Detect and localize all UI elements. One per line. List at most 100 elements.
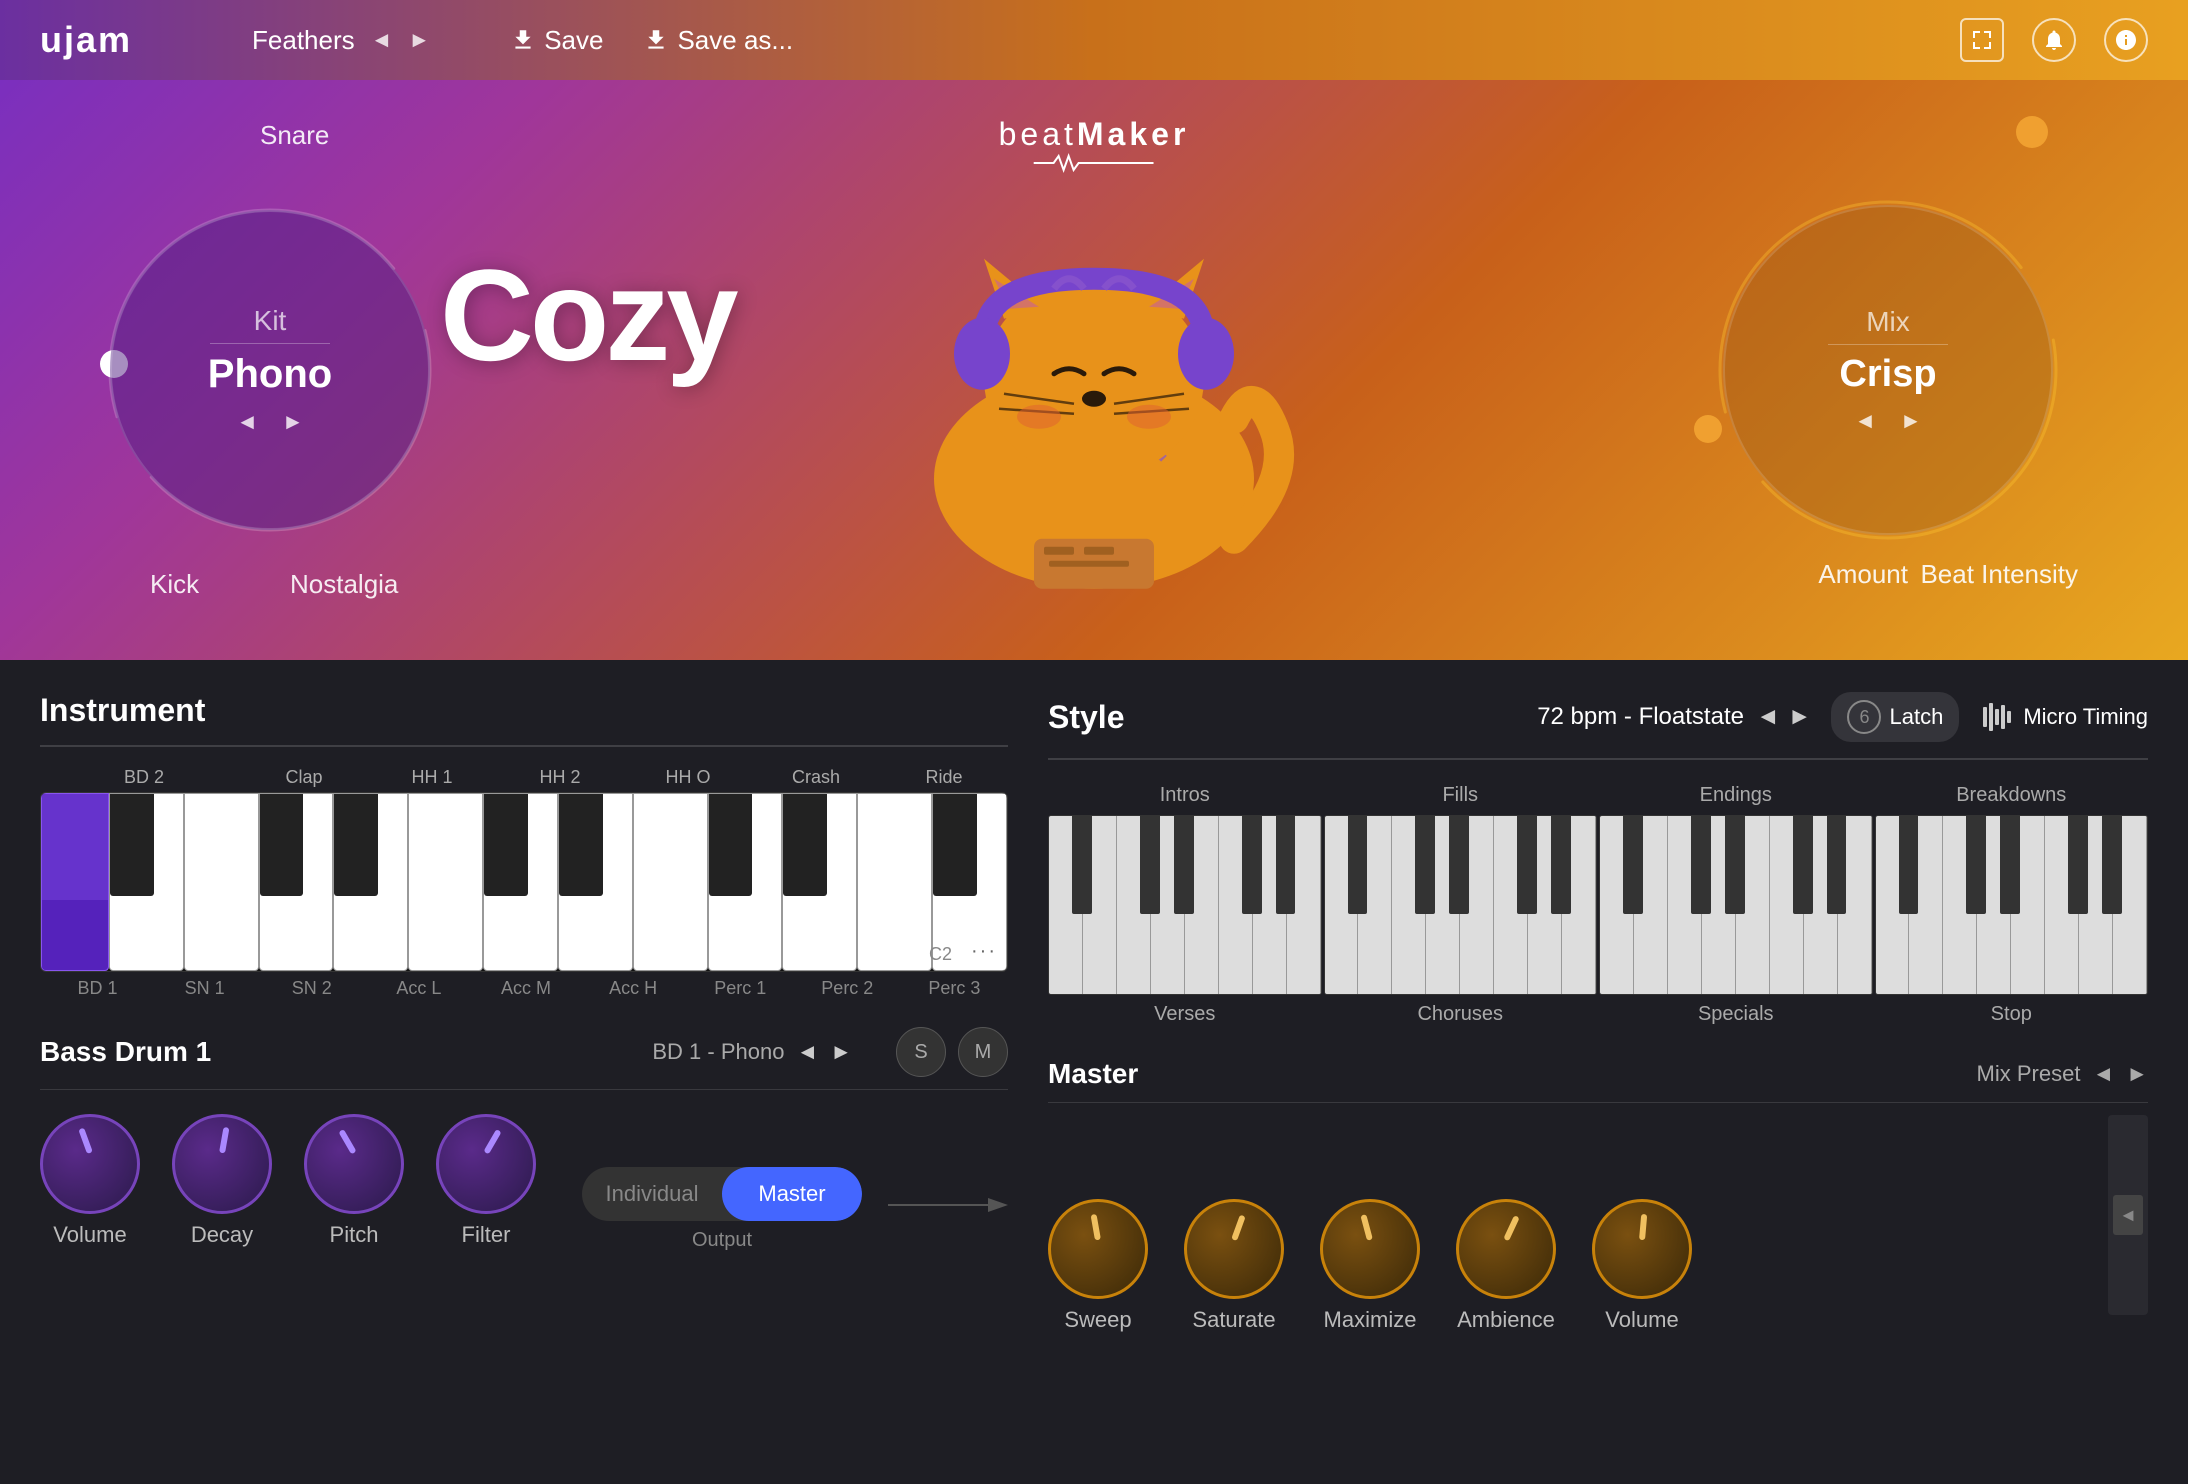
mini-black-key[interactable]	[2000, 816, 2020, 914]
mini-black-key[interactable]	[1415, 816, 1435, 914]
mini-white-key[interactable]	[1392, 816, 1426, 994]
piano-white-key[interactable]	[184, 793, 259, 971]
kit-knob-circle[interactable]: Kit Phono ◄ ►	[110, 210, 430, 530]
save-button[interactable]: Save	[510, 25, 603, 56]
mini-white-key[interactable]	[1668, 816, 1702, 994]
expand-button[interactable]	[1960, 18, 2004, 62]
vertical-slider[interactable]: ◄	[2108, 1115, 2148, 1315]
kit-prev-arrow[interactable]: ◄	[236, 409, 258, 435]
mini-black-key[interactable]	[1691, 816, 1711, 914]
style-header: Style 72 bpm - Floatstate ◄ ► 6 Latch	[1048, 692, 2148, 742]
master-toggle[interactable]: Master	[722, 1167, 862, 1221]
bpm-next-button[interactable]: ►	[1788, 703, 1812, 731]
piano-white-key[interactable]	[483, 793, 558, 971]
piano-white-key[interactable]	[408, 793, 483, 971]
mini-white-key[interactable]	[1770, 816, 1804, 994]
save-as-button[interactable]: Save as...	[643, 25, 793, 56]
style-cell-breakdowns[interactable]	[1875, 815, 2149, 995]
notification-button[interactable]	[2032, 18, 2076, 62]
preset-prev-button[interactable]: ◄	[371, 27, 393, 53]
piano-white-key[interactable]	[558, 793, 633, 971]
master-controls: Sweep Saturate Maximize Am	[1048, 1115, 2148, 1345]
output-toggle[interactable]: Individual Master	[582, 1167, 862, 1221]
mini-black-key[interactable]	[1174, 816, 1194, 914]
mini-white-key[interactable]	[1325, 816, 1359, 994]
latch-button[interactable]: 6 Latch	[1831, 692, 1959, 742]
mix-prev-arrow[interactable]: ◄	[1854, 408, 1876, 434]
mini-black-key[interactable]	[1623, 816, 1643, 914]
mini-white-key[interactable]	[1876, 816, 1910, 994]
mini-black-key[interactable]	[1140, 816, 1160, 914]
piano-black-key[interactable]	[334, 794, 378, 896]
mix-knob-container: Mix Crisp ◄ ►	[1708, 190, 2068, 550]
mini-black-key[interactable]	[1793, 816, 1813, 914]
ambience-knob[interactable]	[1456, 1199, 1556, 1299]
bass-drum-prev-button[interactable]: ◄	[796, 1039, 818, 1065]
sweep-knob[interactable]	[1048, 1199, 1148, 1299]
piano-white-key[interactable]	[782, 793, 857, 971]
piano-black-key[interactable]	[484, 794, 528, 896]
style-cell-intros[interactable]: C3	[1048, 815, 1322, 995]
mute-button[interactable]: M	[958, 1027, 1008, 1077]
mini-white-key[interactable]	[2045, 816, 2079, 994]
mini-white-key[interactable]	[1494, 816, 1528, 994]
piano-white-key[interactable]	[708, 793, 783, 971]
master-volume-knob[interactable]	[1592, 1199, 1692, 1299]
info-button[interactable]	[2104, 18, 2148, 62]
mini-black-key[interactable]	[1348, 816, 1368, 914]
mini-black-key[interactable]	[1072, 816, 1092, 914]
mini-black-key[interactable]	[2068, 816, 2088, 914]
micro-timing-button[interactable]: Micro Timing	[1979, 699, 2148, 735]
bass-drum-next-button[interactable]: ►	[830, 1039, 852, 1065]
mix-next-arrow[interactable]: ►	[1900, 408, 1922, 434]
mix-knob-circle[interactable]: Mix Crisp ◄ ►	[1723, 205, 2053, 535]
mini-white-key[interactable]	[1600, 816, 1634, 994]
mini-black-key[interactable]	[1551, 816, 1571, 914]
individual-toggle[interactable]: Individual	[582, 1167, 722, 1221]
mini-white-key[interactable]	[1943, 816, 1977, 994]
key-label-clap: Clap	[240, 767, 368, 788]
piano-black-key[interactable]	[260, 794, 304, 896]
style-cell-fills[interactable]	[1324, 815, 1598, 995]
solo-button[interactable]: S	[896, 1027, 946, 1077]
key-label-perc3: Perc 3	[901, 978, 1008, 999]
pitch-knob[interactable]	[304, 1114, 404, 1214]
piano-active-key[interactable]	[41, 793, 109, 971]
piano-black-key[interactable]	[110, 794, 154, 896]
key-label-perc2: Perc 2	[794, 978, 901, 999]
piano-black-key[interactable]	[783, 794, 827, 896]
mini-white-key[interactable]	[1049, 816, 1083, 994]
piano-white-key[interactable]	[109, 793, 184, 971]
amount-dot[interactable]	[1694, 415, 1722, 443]
volume-knob[interactable]	[40, 1114, 140, 1214]
filter-knob[interactable]	[436, 1114, 536, 1214]
bpm-prev-button[interactable]: ◄	[1756, 703, 1780, 731]
piano-black-key[interactable]	[709, 794, 753, 896]
piano-white-key[interactable]	[857, 793, 932, 971]
mini-black-key[interactable]	[1449, 816, 1469, 914]
master-preset-prev[interactable]: ◄	[2092, 1061, 2114, 1087]
mini-black-key[interactable]	[1827, 816, 1847, 914]
piano-white-key[interactable]	[333, 793, 408, 971]
piano-white-key[interactable]	[633, 793, 708, 971]
piano-white-key[interactable]	[259, 793, 334, 971]
master-preset-next[interactable]: ►	[2126, 1061, 2148, 1087]
mini-black-key[interactable]	[1966, 816, 1986, 914]
kit-next-arrow[interactable]: ►	[282, 409, 304, 435]
mini-black-key[interactable]	[1899, 816, 1919, 914]
mini-black-key[interactable]	[1242, 816, 1262, 914]
mini-white-key[interactable]	[1219, 816, 1253, 994]
maximize-knob[interactable]	[1320, 1199, 1420, 1299]
mini-black-key[interactable]	[1276, 816, 1296, 914]
mini-black-key[interactable]	[1725, 816, 1745, 914]
decay-knob[interactable]	[172, 1114, 272, 1214]
saturate-knob[interactable]	[1184, 1199, 1284, 1299]
mini-black-key[interactable]	[2102, 816, 2122, 914]
piano-black-key[interactable]	[933, 794, 977, 896]
mini-black-key[interactable]	[1517, 816, 1537, 914]
filter-knob-item: Filter	[436, 1114, 536, 1248]
piano-black-key[interactable]	[559, 794, 603, 896]
preset-next-button[interactable]: ►	[408, 27, 430, 53]
mini-white-key[interactable]	[1117, 816, 1151, 994]
style-cell-endings[interactable]: C4	[1599, 815, 1873, 995]
